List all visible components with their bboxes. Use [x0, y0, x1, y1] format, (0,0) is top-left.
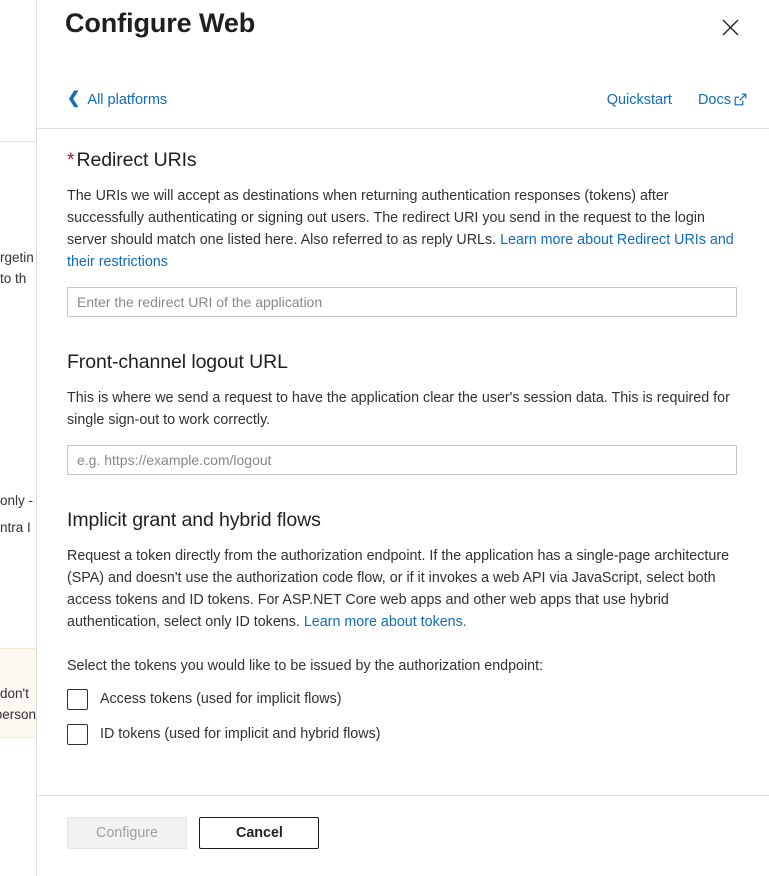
- background-text-fragment: ntra I: [0, 520, 31, 535]
- page-title: Configure Web: [65, 8, 256, 38]
- subnav-links: Quickstart Docs: [607, 80, 747, 120]
- access-tokens-label: Access tokens (used for implicit flows): [100, 691, 342, 707]
- implicit-grant-description: Request a token directly from the author…: [67, 545, 739, 633]
- select-tokens-label: Select the tokens you would like to be i…: [67, 658, 544, 674]
- docs-link[interactable]: Docs: [698, 92, 747, 109]
- front-channel-logout-input[interactable]: [67, 445, 737, 475]
- background-divider: [0, 141, 36, 142]
- configure-web-panel: Configure Web ❮ All platforms Quickstart…: [36, 0, 769, 876]
- cancel-button[interactable]: Cancel: [199, 817, 320, 849]
- panel-subnav: ❮ All platforms Quickstart Docs: [37, 80, 769, 129]
- panel-footer: Configure Cancel: [37, 795, 769, 876]
- id-tokens-checkbox[interactable]: [67, 724, 88, 745]
- external-link-icon: [734, 93, 747, 110]
- background-text-fragment: only -: [0, 493, 34, 508]
- quickstart-link[interactable]: Quickstart: [607, 92, 672, 108]
- background-text-fragment: rgetin: [0, 250, 34, 265]
- learn-more-about-tokens-link[interactable]: Learn more about tokens.: [304, 614, 467, 630]
- redirect-uris-description: The URIs we will accept as destinations …: [67, 185, 739, 273]
- background-alert-text-fragment: person: [0, 707, 36, 722]
- background-text-fragment: to th: [0, 271, 27, 286]
- front-channel-logout-heading: Front-channel logout URL: [67, 351, 288, 373]
- back-link-label: All platforms: [87, 92, 168, 108]
- background-alert-text-fragment: don't: [0, 686, 29, 701]
- chevron-left-icon: ❮: [67, 90, 81, 107]
- quickstart-label: Quickstart: [606, 92, 672, 108]
- access-tokens-checkbox-row[interactable]: Access tokens (used for implicit flows): [67, 689, 342, 710]
- configure-button[interactable]: Configure: [67, 817, 187, 849]
- redirect-uri-input[interactable]: [67, 287, 737, 317]
- back-to-all-platforms-link[interactable]: ❮ All platforms: [67, 80, 167, 120]
- id-tokens-checkbox-row[interactable]: ID tokens (used for implicit and hybrid …: [67, 724, 381, 745]
- access-tokens-checkbox[interactable]: [67, 689, 88, 710]
- front-channel-logout-description: This is where we send a request to have …: [67, 390, 730, 428]
- close-icon[interactable]: [713, 10, 747, 44]
- implicit-grant-heading: Implicit grant and hybrid flows: [67, 509, 321, 531]
- id-tokens-label: ID tokens (used for implicit and hybrid …: [100, 726, 381, 742]
- panel-header: Configure Web: [37, 0, 769, 80]
- redirect-uris-heading-label: Redirect URIs: [76, 149, 197, 171]
- docs-label: Docs: [697, 92, 731, 108]
- redirect-uris-heading: * Redirect URIs: [67, 149, 739, 172]
- panel-body: * Redirect URIs The URIs we will accept a…: [37, 129, 769, 795]
- required-asterisk: *: [67, 149, 75, 171]
